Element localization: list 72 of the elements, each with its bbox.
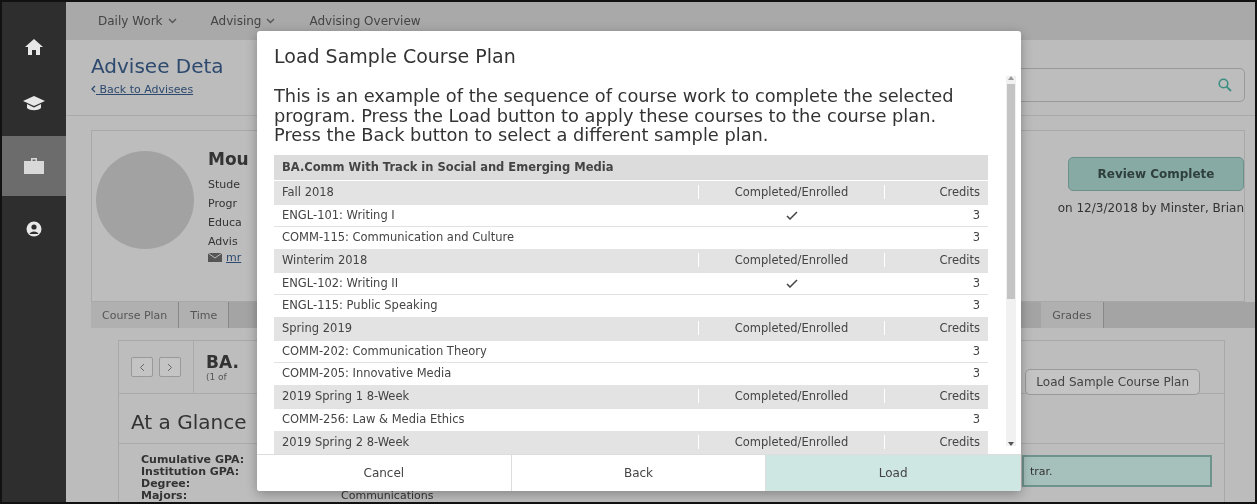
tab[interactable]: Time (179, 302, 230, 328)
email-link[interactable]: mr (226, 251, 242, 264)
majors-value: Communications (341, 490, 435, 502)
credits-value: 3 (971, 230, 981, 244)
user-icon (26, 221, 42, 237)
column-header: Completed/Enrolled (698, 389, 884, 403)
column-header: Completed/Enrolled (698, 321, 884, 335)
search-icon (1218, 78, 1232, 92)
credits-value: 3 (971, 412, 981, 426)
chevron-down-icon (167, 18, 177, 24)
credits-value: 3 (971, 366, 981, 380)
credits-value: 3 (971, 298, 981, 312)
page-title: Advisee Deta (91, 54, 224, 78)
term-heading: Spring 2019 (281, 321, 354, 335)
breadcrumb-item[interactable]: Advising (210, 14, 276, 28)
chevron-right-icon (167, 362, 173, 372)
student-name: Mou (208, 149, 249, 169)
profile-label: Stude (208, 177, 241, 193)
field-label: Majors: (141, 490, 189, 502)
profile-label: Advis (208, 234, 238, 250)
course-name: COMM-202: Communication Theory (281, 344, 488, 358)
tab[interactable]: Grades (1041, 302, 1104, 328)
scrollbar[interactable] (1006, 76, 1016, 446)
tab[interactable]: Course Plan (91, 302, 180, 328)
field-label: Institution GPA: (141, 466, 241, 478)
review-complete-button[interactable]: Review Complete (1068, 157, 1244, 191)
dialog-title: Load Sample Course Plan (274, 45, 517, 67)
notice-banner: trar. (1022, 455, 1212, 487)
profile-label: Progr (208, 196, 237, 212)
course-name: ENGL-102: Writing II (281, 276, 400, 290)
column-header: Credits (884, 321, 988, 335)
envelope-icon (208, 253, 222, 262)
review-note: on 12/3/2018 by Minster, Brian (1057, 201, 1244, 215)
chevron-left-icon (91, 85, 96, 93)
column-header: Credits (884, 253, 988, 267)
plan-counter: (1 of (206, 372, 228, 382)
breadcrumb-item[interactable]: Advising Overview (309, 14, 421, 28)
column-header: Credits (884, 185, 988, 199)
chevron-down-icon (266, 18, 276, 24)
back-link[interactable]: Back to Advisees (91, 83, 194, 96)
column-header: Credits (884, 389, 988, 403)
credits-value: 3 (971, 344, 981, 358)
graduation-cap-icon (23, 95, 45, 111)
field-label: Degree: (141, 478, 192, 490)
dialog-button[interactable]: Back (511, 455, 767, 491)
load-sample-plan-button[interactable]: Load Sample Course Plan (1025, 369, 1200, 395)
column-header: Completed/Enrolled (698, 253, 884, 267)
profile-label: Educa (208, 215, 242, 231)
credits-value: 3 (971, 208, 981, 222)
scroll-down-arrow-icon[interactable] (1008, 442, 1014, 446)
course-name: COMM-256: Law & Media Ethics (281, 412, 466, 426)
plan-title: BA. (206, 352, 239, 372)
briefcase-icon (24, 158, 44, 174)
scroll-up-arrow-icon[interactable] (1008, 76, 1014, 80)
course-name: ENGL-115: Public Speaking (281, 298, 439, 312)
program-heading: BA.Comm With Track in Social and Emerging Media (274, 154, 988, 180)
dialog-description: This is an example of the sequence of course work to complete the selected program. Press the Load button to apply these courses to the course plan. Press the Back button to select a different sample plan. (274, 86, 955, 145)
dialog-button[interactable]: Cancel (257, 455, 512, 491)
column-header: Completed/Enrolled (698, 435, 884, 449)
course-name: ENGL-101: Writing I (281, 208, 396, 222)
term-heading: Fall 2018 (281, 185, 335, 199)
breadcrumb-item[interactable]: Daily Work (98, 14, 177, 28)
column-header: Completed/Enrolled (698, 185, 884, 199)
term-heading: Winterim 2018 (281, 253, 369, 267)
column-header: Credits (884, 435, 988, 449)
dialog-button[interactable]: Load (766, 455, 1021, 491)
home-icon (25, 39, 43, 55)
course-name: COMM-115: Communication and Culture (281, 230, 515, 244)
chevron-left-icon (139, 362, 145, 372)
course-name: COMM-205: Innovative Media (281, 366, 453, 380)
credits-value: 3 (971, 276, 981, 290)
field-label: Cumulative GPA: (141, 454, 246, 466)
